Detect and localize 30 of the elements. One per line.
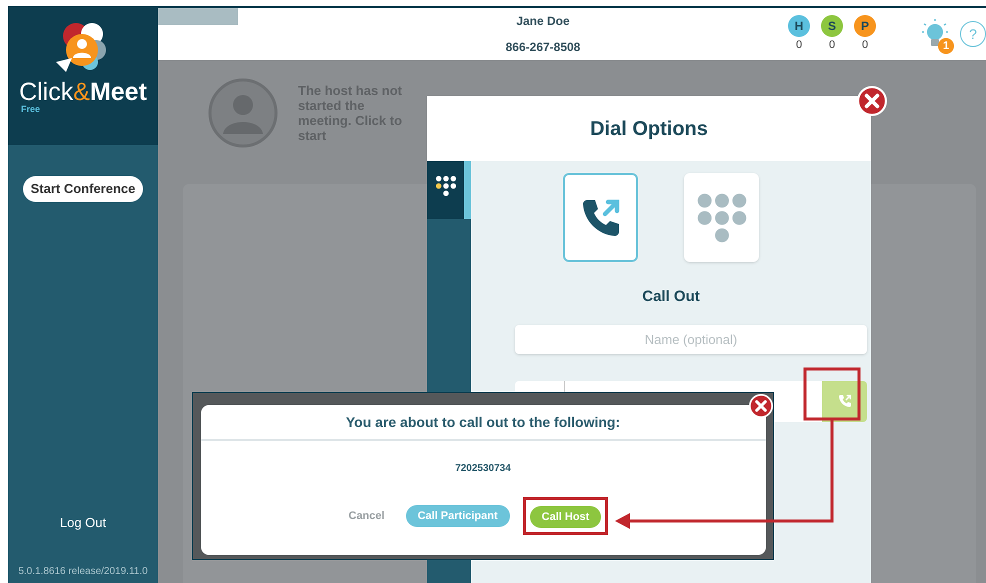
log-out-link[interactable]: Log Out (60, 512, 106, 532)
call-number: 7202530734 (455, 462, 511, 476)
role-badge: S (821, 14, 843, 37)
notification-badge: 1 (938, 38, 954, 54)
start-conference-button[interactable]: Start Conference (22, 176, 144, 202)
dial-mode-tile[interactable] (563, 173, 638, 262)
name-field[interactable]: Name (optional) (515, 324, 867, 354)
dial-mode-tile[interactable] (684, 173, 759, 262)
keypad-icon (434, 175, 456, 197)
confirm-title: You are about to call out to the following: (346, 412, 620, 432)
dialog-button[interactable]: Cancel (340, 505, 393, 527)
user-phone: 866-267-8508 (506, 39, 580, 56)
dialog-button[interactable]: Call Host (530, 506, 602, 528)
phone-outgoing-icon (836, 393, 852, 409)
mode-label: Call Out (642, 287, 700, 307)
role-count: 0 (862, 38, 868, 53)
role-count: 0 (828, 38, 836, 53)
dialog-button[interactable]: Call Participant (406, 505, 510, 527)
user-name: Jane Doe (516, 13, 570, 30)
dialog-title: Dial Options (590, 116, 708, 142)
close-icon[interactable] (749, 394, 773, 418)
version-label: 5.0.1.8616 release/2019.11.0 (18, 565, 148, 579)
avatar-icon (208, 78, 278, 148)
role-badge: P (854, 14, 876, 37)
role-count: 0 (796, 38, 802, 53)
edition-label: Free (21, 105, 40, 114)
keypad-tab[interactable] (427, 161, 471, 219)
brand-name: Click&Meet (19, 80, 147, 105)
role-badge: H (788, 14, 810, 37)
help-button[interactable]: ? (960, 21, 986, 47)
